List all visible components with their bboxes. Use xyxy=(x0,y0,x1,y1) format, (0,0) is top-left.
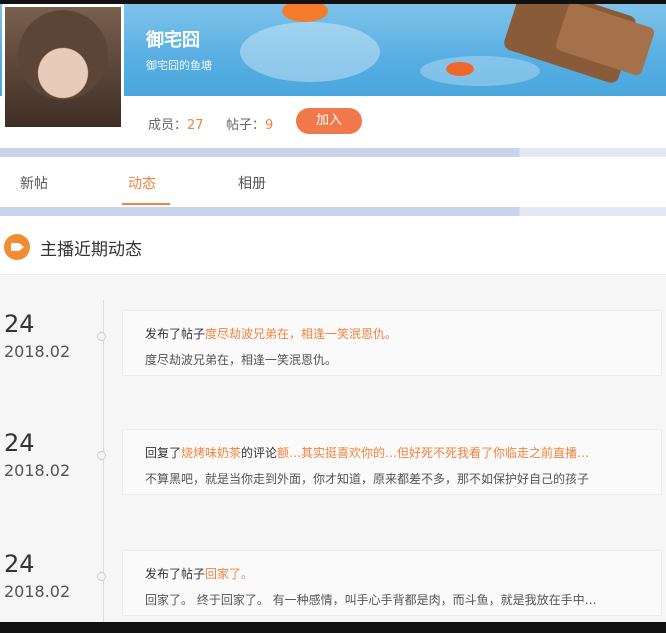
activity-feed: 24 2018.02 发布了帖子度尽劫波兄弟在，相逢一笑泯恩仇。 度尽劫波兄弟在… xyxy=(0,276,666,622)
feed-headline: 回复了烧烤味奶茶的评论额…其实挺喜欢你的…但好死不死我看了你临走之前直播… xyxy=(145,444,589,461)
video-camera-icon xyxy=(4,234,30,260)
group-name: 御宅囧 xyxy=(146,30,200,51)
feed-date-day: 24 xyxy=(4,310,35,338)
section-header: 主播近期动态 xyxy=(0,218,666,275)
timeline-dot-icon xyxy=(97,572,106,581)
members-stat: 成员：27 xyxy=(148,114,204,133)
feed-snippet: 回家了。 终于回家了。 有一种感情，叫手心手背都是肉，而斗鱼，就是我放在手中… xyxy=(145,593,597,607)
post-link[interactable]: 回家了。 xyxy=(205,567,253,581)
feed-snippet: 度尽劫波兄弟在，相逢一笑泯恩仇。 xyxy=(145,353,338,367)
feed-date-year-month: 2018.02 xyxy=(4,582,71,601)
feed-card[interactable]: 回复了烧烤味奶茶的评论额…其实挺喜欢你的…但好死不死我看了你临走之前直播… 不算… xyxy=(122,429,662,495)
feed-action: 回复了 xyxy=(145,446,182,460)
feed-card[interactable]: 发布了帖子度尽劫波兄弟在，相逢一笑泯恩仇。 度尽劫波兄弟在，相逢一笑泯恩仇。 xyxy=(122,310,662,376)
feed-date-day: 24 xyxy=(4,429,35,457)
comment-prefix: 的评论 xyxy=(241,446,278,460)
feed-headline: 发布了帖子回家了。 xyxy=(145,565,253,582)
banner-wave-decoration xyxy=(420,56,540,86)
posts-label: 帖子： xyxy=(226,118,266,133)
active-tab-indicator xyxy=(122,203,170,205)
feed-date-year-month: 2018.02 xyxy=(4,342,71,361)
post-link[interactable]: 度尽劫波兄弟在，相逢一笑泯恩仇。 xyxy=(205,327,397,341)
join-button[interactable]: 加入 xyxy=(296,108,362,134)
post-link[interactable]: 烧烤味奶茶 xyxy=(181,446,241,460)
fish-decoration-icon xyxy=(282,4,328,22)
feed-headline: 发布了帖子度尽劫波兄弟在，相逢一笑泯恩仇。 xyxy=(145,325,397,342)
feed-action: 发布了帖子 xyxy=(145,327,206,341)
bottom-edge xyxy=(0,622,666,633)
feed-date-year-month: 2018.02 xyxy=(4,461,71,480)
group-avatar[interactable] xyxy=(2,4,124,130)
feed-action: 发布了帖子 xyxy=(145,567,206,581)
tab-new-posts[interactable]: 新帖 xyxy=(20,173,48,193)
timeline-dot-icon xyxy=(97,332,106,341)
banner-wave-decoration xyxy=(240,22,380,82)
members-label: 成员： xyxy=(148,118,188,133)
posts-count: 9 xyxy=(265,118,274,133)
fish-decoration-icon xyxy=(446,62,474,76)
timeline-dot-icon xyxy=(97,451,106,460)
comment-link[interactable]: 额…其实挺喜欢你的…但好死不死我看了你临走之前直播… xyxy=(277,446,589,460)
feed-card[interactable]: 发布了帖子回家了。 回家了。 终于回家了。 有一种感情，叫手心手背都是肉，而斗鱼… xyxy=(122,550,662,616)
posts-stat: 帖子：9 xyxy=(226,114,273,133)
feed-snippet: 不算黑吧，就是当你走到外面，你才知道，原来都差不多，那不如保护好自己的孩子 xyxy=(145,472,590,486)
feed-date-day: 24 xyxy=(4,550,35,578)
tab-activity[interactable]: 动态 xyxy=(128,173,156,193)
tab-bar: 新帖 动态 相册 xyxy=(0,157,666,207)
divider-bar xyxy=(0,148,666,157)
tab-album[interactable]: 相册 xyxy=(238,173,266,193)
members-count: 27 xyxy=(187,118,204,133)
divider-bar xyxy=(0,207,666,216)
avatar xyxy=(5,7,121,127)
group-subtitle: 御宅囧的鱼塘 xyxy=(146,59,212,72)
section-title: 主播近期动态 xyxy=(40,240,142,260)
